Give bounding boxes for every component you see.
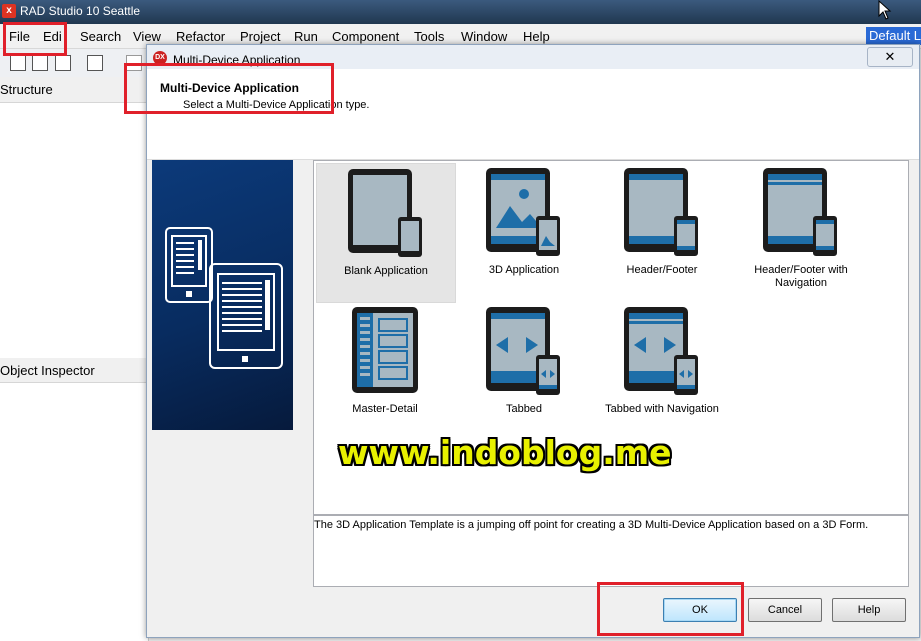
menu-component[interactable]: Component — [332, 29, 399, 44]
menu-tools[interactable]: Tools — [414, 29, 444, 44]
structure-panel: Structure — [0, 78, 149, 358]
template-tabbed[interactable]: Tabbed — [455, 302, 593, 440]
template-label: Master-Detail — [352, 403, 418, 415]
desktop-layout-combo[interactable]: Default La — [866, 27, 921, 45]
save-all-icon[interactable] — [87, 55, 103, 71]
template-label: 3D Application — [488, 264, 560, 276]
menu-project[interactable]: Project — [240, 29, 280, 44]
menu-search[interactable]: Search — [80, 29, 121, 44]
blank-app-icon — [348, 169, 422, 257]
highlight-box-dialog-title — [124, 63, 334, 114]
header-footer-nav-icon — [763, 168, 837, 256]
tabbed-icon — [486, 307, 560, 395]
template-description: The 3D Application Template is a jumping… — [314, 519, 869, 531]
highlight-box-ok — [597, 582, 744, 636]
new-file-icon[interactable] — [10, 55, 26, 71]
menu-run[interactable]: Run — [294, 29, 318, 44]
template-description-box: The 3D Application Template is a jumping… — [313, 515, 909, 587]
menu-refactor[interactable]: Refactor — [176, 29, 225, 44]
object-inspector-panel: Object Inspector — [0, 358, 149, 641]
highlight-box-menu — [3, 22, 67, 56]
header-footer-icon — [624, 168, 698, 256]
watermark: www.indoblog.me — [338, 433, 672, 472]
template-label: Tabbed — [505, 403, 543, 415]
object-inspector-title: Object Inspector — [0, 363, 95, 378]
template-master-detail[interactable]: Master-Detail — [316, 302, 454, 440]
structure-title: Structure — [0, 82, 53, 97]
3d-app-icon — [486, 168, 560, 256]
multi-device-dialog: DX Multi-Device Application ✕ Multi-Devi… — [146, 44, 920, 638]
ide-title: RAD Studio 10 Seattle — [20, 4, 141, 18]
template-label: Header/Footer with Navigation — [754, 264, 848, 289]
object-inspector-header: Object Inspector — [0, 358, 148, 383]
new-items-icon[interactable] — [32, 55, 48, 71]
close-button[interactable]: ✕ — [867, 47, 913, 67]
ide-titlebar: x RAD Studio 10 Seattle — [0, 0, 921, 24]
wizard-banner — [152, 160, 293, 430]
template-header-footer-navigation[interactable]: Header/Footer with Navigation — [732, 163, 870, 301]
mouse-cursor-icon — [878, 0, 892, 23]
template-blank-application[interactable]: Blank Application — [316, 163, 456, 303]
help-button[interactable]: Help — [832, 598, 906, 622]
template-header-footer[interactable]: Header/Footer — [593, 163, 731, 301]
template-label: Tabbed with Navigation — [605, 403, 719, 415]
template-label: Header/Footer — [626, 264, 698, 276]
master-detail-icon — [352, 307, 418, 393]
rad-studio-logo-icon: x — [2, 4, 16, 18]
tabbed-nav-icon — [624, 307, 698, 395]
open-project-icon[interactable] — [55, 55, 71, 71]
menu-help[interactable]: Help — [523, 29, 550, 44]
menu-view[interactable]: View — [133, 29, 161, 44]
cancel-button[interactable]: Cancel — [748, 598, 822, 622]
template-tabbed-navigation[interactable]: Tabbed with Navigation — [593, 302, 731, 440]
menu-window[interactable]: Window — [461, 29, 507, 44]
devices-illustration-icon — [165, 227, 283, 369]
template-3d-application[interactable]: 3D Application — [455, 163, 593, 301]
template-label: Blank Application — [344, 265, 428, 277]
